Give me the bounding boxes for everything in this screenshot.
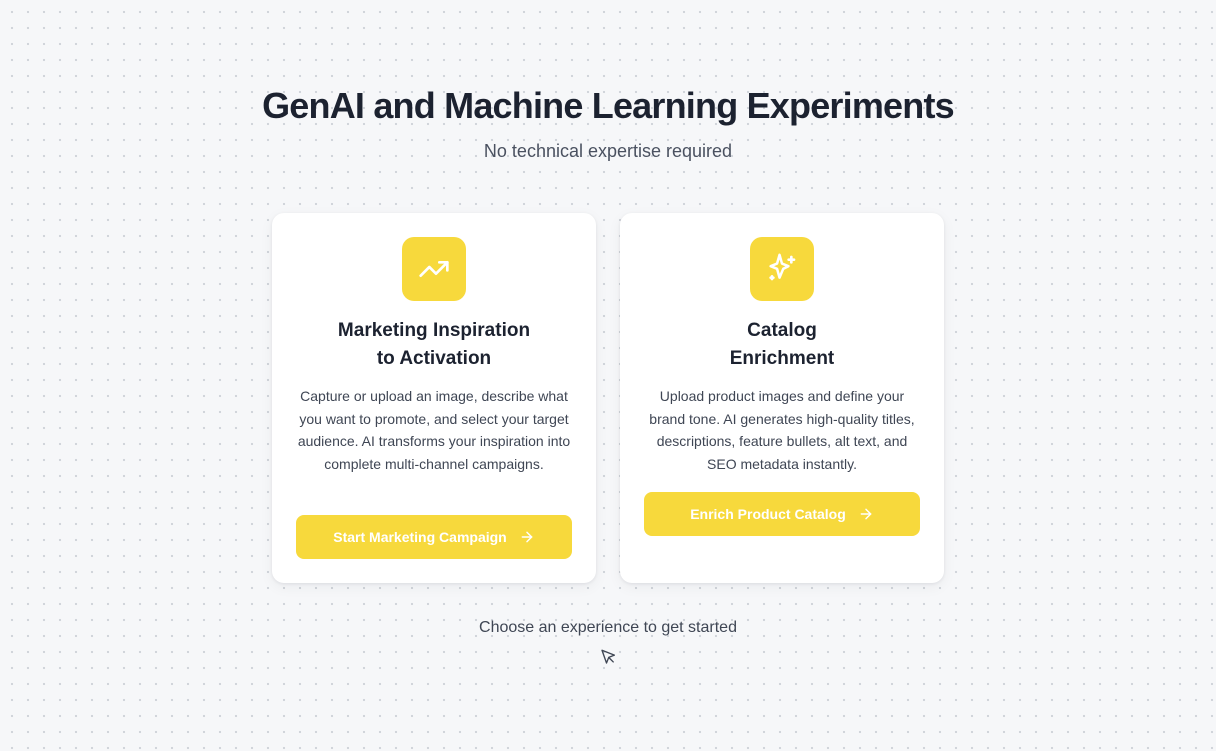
catalog-card[interactable]: Catalog Enrichment Upload product images…: [620, 213, 944, 583]
trending-up-icon: [402, 237, 466, 301]
card-title: Catalog Enrichment: [620, 317, 944, 373]
marketing-card[interactable]: Marketing Inspiration to Activation Capt…: [272, 213, 596, 583]
card-title: Marketing Inspiration to Activation: [272, 317, 596, 373]
page-subtitle: No technical expertise required: [483, 141, 733, 161]
enrich-product-catalog-button[interactable]: Enrich Product Catalog: [644, 492, 920, 536]
card-title-line: Enrichment: [729, 348, 835, 369]
card-description: Capture or upload an image, describe wha…: [297, 388, 571, 473]
page-title: GenAI and Machine Learning Experiments: [262, 85, 955, 126]
card-description: Upload product images and define your br…: [649, 388, 915, 473]
card-title-line: Marketing Inspiration: [337, 320, 531, 341]
footer-prompt: Choose an experience to get started: [479, 619, 737, 636]
sparkles-icon: [750, 237, 814, 301]
card-title-line: to Activation: [376, 348, 492, 369]
arrow-right-icon: [521, 531, 533, 543]
mouse-pointer-icon: [601, 649, 616, 664]
start-marketing-campaign-button[interactable]: Start Marketing Campaign: [296, 515, 572, 559]
card-title-line: Catalog: [747, 320, 817, 341]
button-label: Enrich Product Catalog: [690, 506, 846, 522]
arrow-right-icon: [860, 508, 872, 520]
button-label: Start Marketing Campaign: [333, 529, 507, 545]
